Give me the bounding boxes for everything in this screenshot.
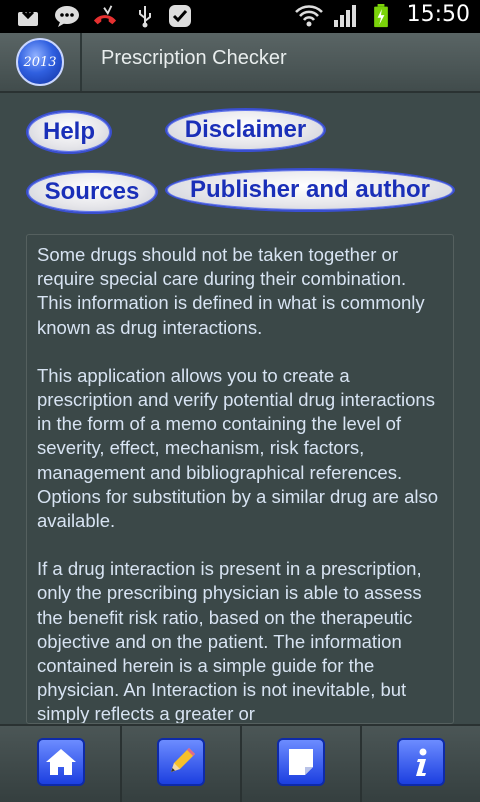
- info-paragraph: This application allows you to create a …: [37, 364, 439, 532]
- info-paragraph: If a drug interaction is present in a pr…: [37, 558, 422, 724]
- home-icon: [46, 749, 76, 775]
- check-icon: [169, 5, 191, 27]
- missed-call-icon: [93, 5, 117, 25]
- home-button[interactable]: [37, 738, 85, 786]
- disclaimer-button[interactable]: Disclaimer: [165, 108, 326, 152]
- bottom-nav: [0, 724, 480, 802]
- edit-button[interactable]: [157, 738, 205, 786]
- app-logo[interactable]: 2013: [16, 38, 64, 86]
- info-paragraph: Some drugs should not be taken together …: [37, 244, 425, 338]
- chat-icon: [55, 6, 79, 27]
- nav-edit[interactable]: [120, 726, 240, 802]
- info-text-panel[interactable]: Some drugs should not be taken together …: [26, 234, 454, 724]
- notes-button[interactable]: [277, 738, 325, 786]
- nav-notes[interactable]: [240, 726, 360, 802]
- title-divider: [80, 33, 82, 91]
- note-icon: [289, 749, 313, 775]
- status-bar: 15:50: [0, 0, 480, 33]
- status-time: 15:50: [406, 2, 470, 27]
- battery-charging-icon: [374, 4, 388, 28]
- nav-info[interactable]: [360, 726, 480, 802]
- publisher-author-button[interactable]: Publisher and author: [165, 168, 455, 212]
- help-button[interactable]: Help: [26, 110, 112, 154]
- info-button[interactable]: [397, 738, 445, 786]
- sources-button[interactable]: Sources: [26, 170, 158, 214]
- download-icon: [18, 6, 38, 26]
- page-title: Prescription Checker: [101, 47, 287, 69]
- pencil-icon: [171, 748, 195, 772]
- usb-icon: [139, 6, 151, 28]
- signal-icon: [334, 5, 356, 27]
- title-bar: 2013 Prescription Checker: [0, 33, 480, 93]
- info-icon: [416, 748, 427, 776]
- nav-home[interactable]: [0, 726, 120, 802]
- wifi-icon: [295, 5, 323, 27]
